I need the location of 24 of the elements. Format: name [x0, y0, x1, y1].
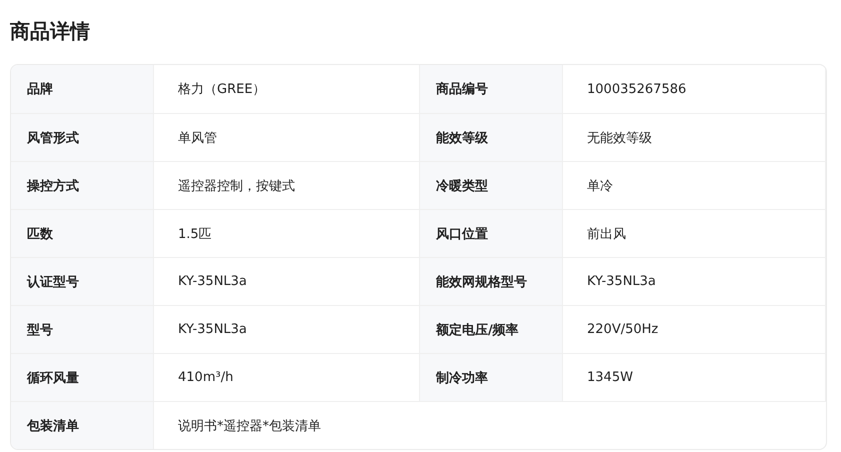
spec-label: 循环风量	[11, 353, 154, 401]
spec-value: 100035267586	[563, 65, 826, 113]
spec-label: 型号	[11, 305, 154, 353]
spec-value: 1345W	[563, 353, 826, 401]
spec-value: 单冷	[563, 161, 826, 209]
spec-label: 制冷功率	[420, 353, 563, 401]
spec-label: 匹数	[11, 209, 154, 257]
spec-label: 风管形式	[11, 113, 154, 161]
spec-label: 认证型号	[11, 257, 154, 305]
section-title: 商品详情	[10, 18, 91, 44]
spec-label: 品牌	[11, 65, 154, 113]
spec-label: 能效网规格型号	[420, 257, 563, 305]
spec-value: 说明书*遥控器*包装清单	[154, 401, 826, 449]
spec-value: 220V/50Hz	[563, 305, 826, 353]
spec-label: 额定电压/频率	[420, 305, 563, 353]
spec-label: 能效等级	[420, 113, 563, 161]
spec-value: 前出风	[563, 209, 826, 257]
spec-value: KY-35NL3a	[563, 257, 826, 305]
spec-label: 操控方式	[11, 161, 154, 209]
spec-value: 无能效等级	[563, 113, 826, 161]
spec-label: 冷暖类型	[420, 161, 563, 209]
spec-label: 包装清单	[11, 401, 154, 449]
spec-label: 风口位置	[420, 209, 563, 257]
spec-label: 商品编号	[420, 65, 563, 113]
